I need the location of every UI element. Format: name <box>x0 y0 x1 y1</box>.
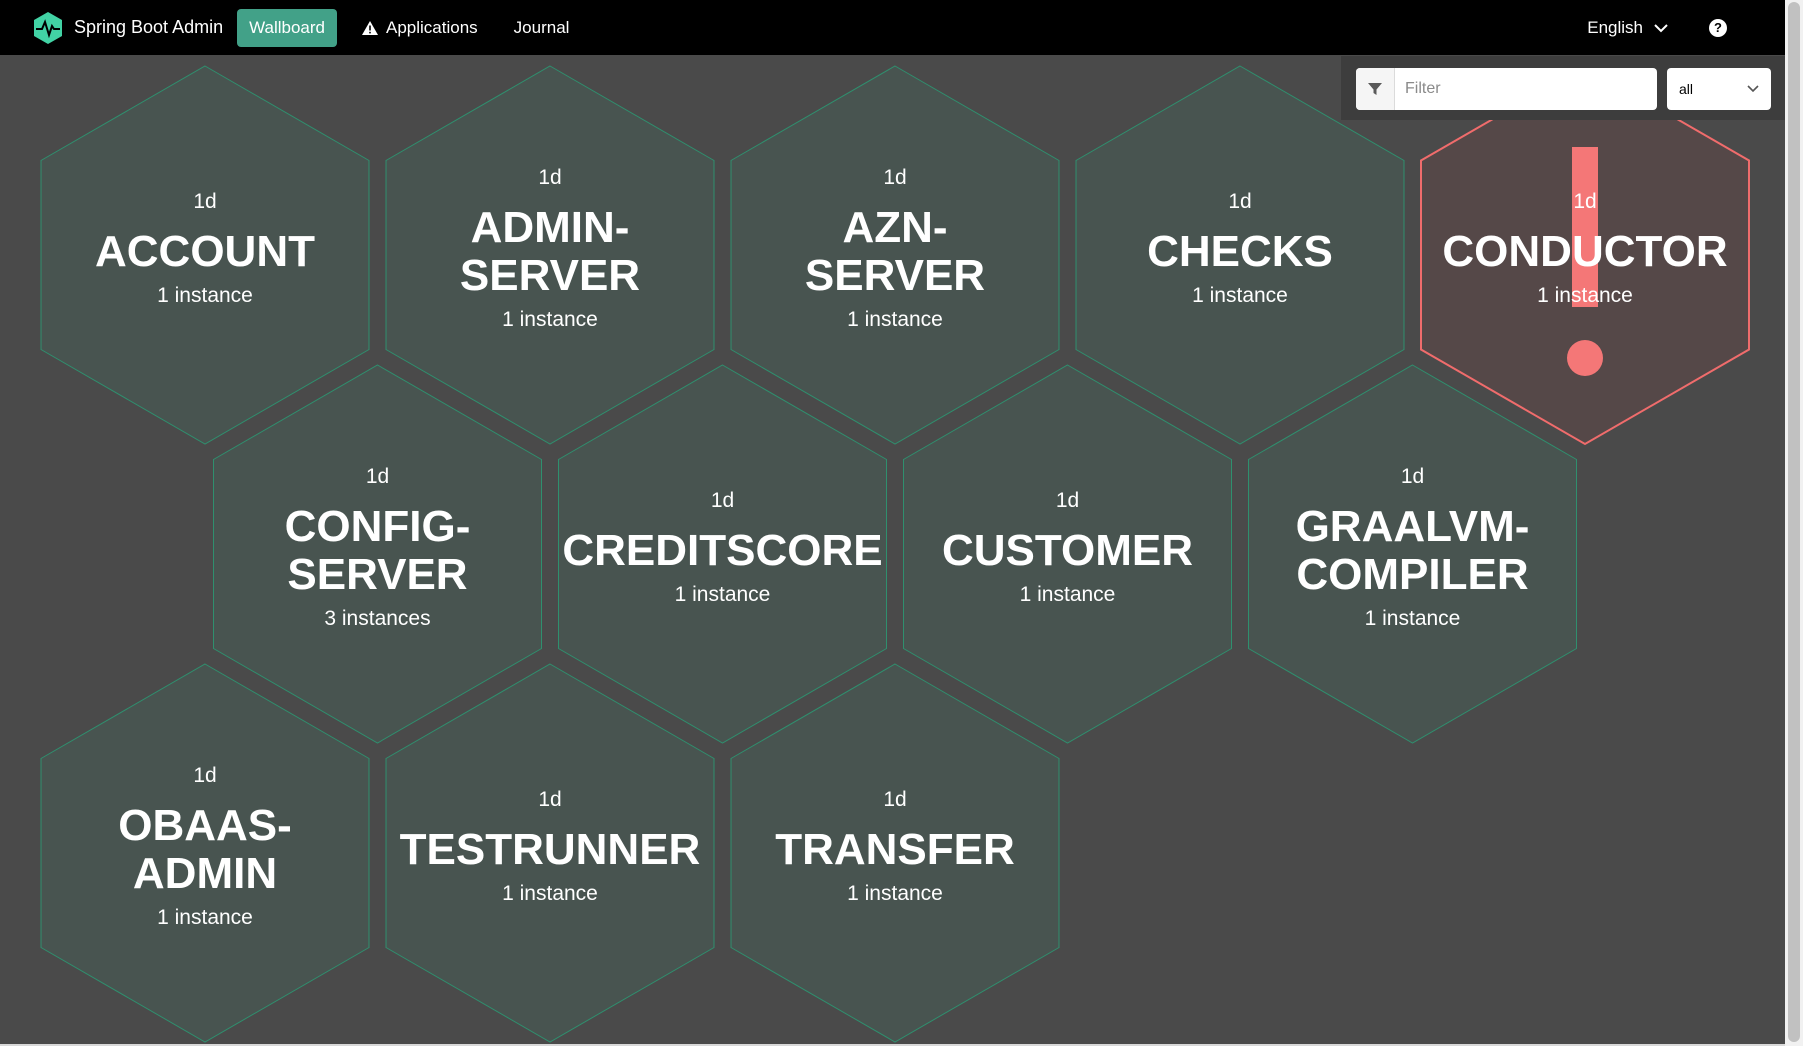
app-uptime: 1d <box>538 788 561 811</box>
app-tile[interactable]: 1d CONDUCTOR 1 instance <box>1420 64 1750 446</box>
app-name: TRANSFER <box>775 825 1015 874</box>
app-instance-count: 1 instance <box>157 284 253 307</box>
app-name: OBAAS- <box>118 801 292 850</box>
app-instance-count: 1 instance <box>847 308 943 331</box>
chevron-down-icon <box>1747 85 1759 93</box>
app-name: ADMIN- <box>471 203 630 252</box>
app-name: CUSTOMER <box>942 526 1193 575</box>
nav-applications-label: Applications <box>386 17 478 37</box>
app-tile[interactable]: 1d GRAALVM-COMPILER 1 instance <box>1248 364 1577 744</box>
down-alert-dot <box>1567 340 1603 376</box>
app-name: AZN- <box>842 203 947 252</box>
app-uptime: 1d <box>1228 190 1251 213</box>
app-uptime: 1d <box>193 190 216 213</box>
app-instance-count: 1 instance <box>1365 607 1461 630</box>
app-instance-count: 1 instance <box>157 906 253 929</box>
app-instance-count: 1 instance <box>1020 583 1116 606</box>
app-tile[interactable]: 1d AZN-SERVER 1 instance <box>730 65 1060 445</box>
top-navbar: Spring Boot Admin Wallboard Applications… <box>0 0 1785 55</box>
app-name: SERVER <box>287 550 467 599</box>
status-select-value: all <box>1679 81 1694 97</box>
app-uptime: 1d <box>883 788 906 811</box>
app-tile[interactable]: 1d CONFIG-SERVER 3 instances <box>213 364 542 744</box>
app-name: ACCOUNT <box>95 227 315 276</box>
app-uptime: 1d <box>1573 190 1596 213</box>
scrollbar[interactable] <box>1785 0 1803 1046</box>
app-uptime: 1d <box>366 465 389 488</box>
app-instance-count: 1 instance <box>675 583 771 606</box>
filter-input[interactable] <box>1395 79 1657 99</box>
app-tile[interactable]: 1d CREDITSCORE 1 instance <box>558 364 887 744</box>
brand-title: Spring Boot Admin <box>74 17 224 37</box>
nav-journal[interactable]: Journal <box>502 9 582 47</box>
app-name: CREDITSCORE <box>562 526 882 575</box>
app-uptime: 1d <box>1056 489 1079 512</box>
app-name: SERVER <box>805 251 985 300</box>
app-tile[interactable]: 1d TESTRUNNER 1 instance <box>385 663 715 1043</box>
filter-field <box>1356 68 1657 110</box>
scrollbar-thumb[interactable] <box>1788 2 1800 1042</box>
nav-journal-label: Journal <box>513 17 570 37</box>
nav-wallboard[interactable]: Wallboard <box>237 8 337 47</box>
app-name: SERVER <box>460 251 640 300</box>
app-uptime: 1d <box>1401 465 1424 488</box>
app-name: CONFIG- <box>285 502 471 551</box>
app-tile[interactable]: 1d ACCOUNT 1 instance <box>40 65 370 445</box>
filter-panel: all <box>1341 56 1785 120</box>
language-label: English <box>1587 17 1643 37</box>
app-tile[interactable]: 1d TRANSFER 1 instance <box>730 663 1060 1043</box>
app-instance-count: 1 instance <box>502 882 598 905</box>
wallboard-hex-grid: 1dACCOUNT1 instance1dADMIN-SERVER1 insta… <box>40 64 1750 1043</box>
app-name: ADMIN <box>133 849 277 898</box>
filter-icon <box>1368 83 1382 95</box>
app-name: CHECKS <box>1147 227 1333 276</box>
app-tile[interactable]: 1d OBAAS-ADMIN 1 instance <box>40 663 370 1043</box>
chevron-down-icon <box>1654 23 1668 32</box>
language-dropdown[interactable]: English <box>1587 18 1669 38</box>
heartbeat-logo-icon <box>34 11 62 44</box>
app-instance-count: 1 instance <box>1192 284 1288 307</box>
app-name: COMPILER <box>1296 550 1528 599</box>
warning-icon <box>362 20 378 35</box>
app-uptime: 1d <box>193 764 216 787</box>
app-name: GRAALVM- <box>1296 502 1530 551</box>
app-uptime: 1d <box>883 166 906 189</box>
app-instance-count: 1 instance <box>847 882 943 905</box>
app-name: CONDUCTOR <box>1442 227 1727 276</box>
wallboard: 1d ACCOUNT 1 instance 1d ADMIN- SERVER 1 insta… <box>0 55 1785 1044</box>
app-uptime: 1d <box>538 166 561 189</box>
app-tile[interactable]: 1d CUSTOMER 1 instance <box>903 364 1232 744</box>
app-instance-count: 1 instance <box>1537 284 1633 307</box>
help-icon[interactable]: ? <box>1709 18 1727 37</box>
status-select[interactable]: all <box>1667 68 1771 110</box>
brand-link[interactable]: Spring Boot Admin <box>30 0 223 55</box>
app-instance-count: 3 instances <box>324 607 430 630</box>
app-name: TESTRUNNER <box>400 825 701 874</box>
app-instance-count: 1 instance <box>502 308 598 331</box>
app-tile[interactable]: 1d CHECKS 1 instance <box>1075 65 1405 445</box>
filter-icon-container <box>1356 68 1395 110</box>
nav-wallboard-label: Wallboard <box>249 17 325 37</box>
nav-applications[interactable]: Applications <box>349 9 490 47</box>
app-tile[interactable]: 1d ADMIN-SERVER 1 instance <box>385 65 715 445</box>
app-uptime: 1d <box>711 489 734 512</box>
